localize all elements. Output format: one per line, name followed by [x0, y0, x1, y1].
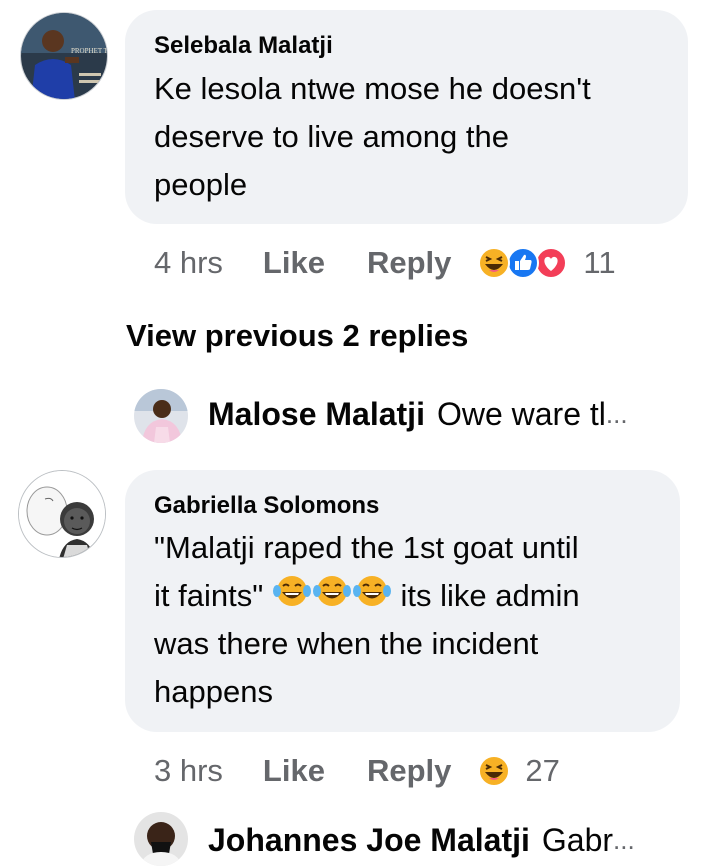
view-previous-replies-link[interactable]: View previous 2 replies	[126, 318, 468, 354]
reply-preview[interactable]: Malose Malatji Owe ware tl ...	[208, 396, 628, 433]
reaction-count: 11	[583, 245, 616, 280]
comment-text-line: people	[154, 167, 248, 202]
reply-preview[interactable]: Johannes Joe Malatji Gabr ...	[208, 822, 635, 859]
love-icon	[535, 247, 568, 279]
comment-text-line: deserve to live among the	[154, 119, 509, 154]
comment-time[interactable]: 4 hrs	[154, 245, 223, 281]
reply-text-preview: Owe ware tl	[436, 396, 606, 432]
reaction-count: 27	[525, 753, 560, 788]
comment-text-segment: its like admin	[400, 578, 580, 613]
reactions-summary[interactable]: 11	[477, 245, 616, 281]
comment-meta: 4 hrs Like Reply 11	[154, 243, 616, 283]
avatar-johannes-joe-malatji[interactable]	[134, 812, 188, 866]
comment-author[interactable]: Gabriella Solomons	[154, 492, 379, 520]
comment-time[interactable]: 3 hrs	[154, 753, 223, 789]
like-button[interactable]: Like	[263, 245, 325, 281]
crying-laughing-icon	[352, 573, 392, 623]
comment-text-line: Ke lesola ntwe mose he doesn't	[154, 71, 591, 106]
reply-ellipsis: ...	[605, 399, 628, 429]
reactions-summary[interactable]: 27	[477, 753, 560, 789]
avatar-overlay-text: PROPHET TB JOSHUA	[71, 47, 108, 55]
avatar-gabriella-solomons[interactable]	[18, 470, 106, 558]
avatar-selebala-malatji[interactable]: PROPHET TB JOSHUA	[20, 12, 108, 100]
reply-button[interactable]: Reply	[367, 245, 451, 281]
reply-text-preview: Gabr	[541, 822, 614, 858]
reply-author[interactable]: Malose Malatji	[208, 396, 425, 433]
comment-text-segment: it faints"	[154, 578, 264, 613]
comment-text-line: "Malatji raped the 1st goat until	[154, 530, 579, 565]
like-button[interactable]: Like	[263, 753, 325, 789]
comment-meta: 3 hrs Like Reply 27	[154, 751, 560, 791]
like-icon	[507, 247, 540, 279]
haha-icon	[478, 247, 511, 279]
crying-laughing-icon	[272, 573, 312, 623]
comment-text-line: it faints" its like admin	[154, 572, 580, 623]
reply-ellipsis: ...	[613, 825, 635, 855]
reply-author[interactable]: Johannes Joe Malatji	[208, 822, 530, 859]
comment-text-line: happens	[154, 674, 273, 709]
comment-text-line: was there when the incident	[154, 626, 539, 661]
comment-author[interactable]: Selebala Malatji	[154, 32, 333, 60]
reply-button[interactable]: Reply	[367, 753, 451, 789]
crying-laughing-icon	[312, 573, 352, 623]
haha-icon	[478, 755, 511, 787]
avatar-malose-malatji[interactable]	[134, 389, 188, 443]
